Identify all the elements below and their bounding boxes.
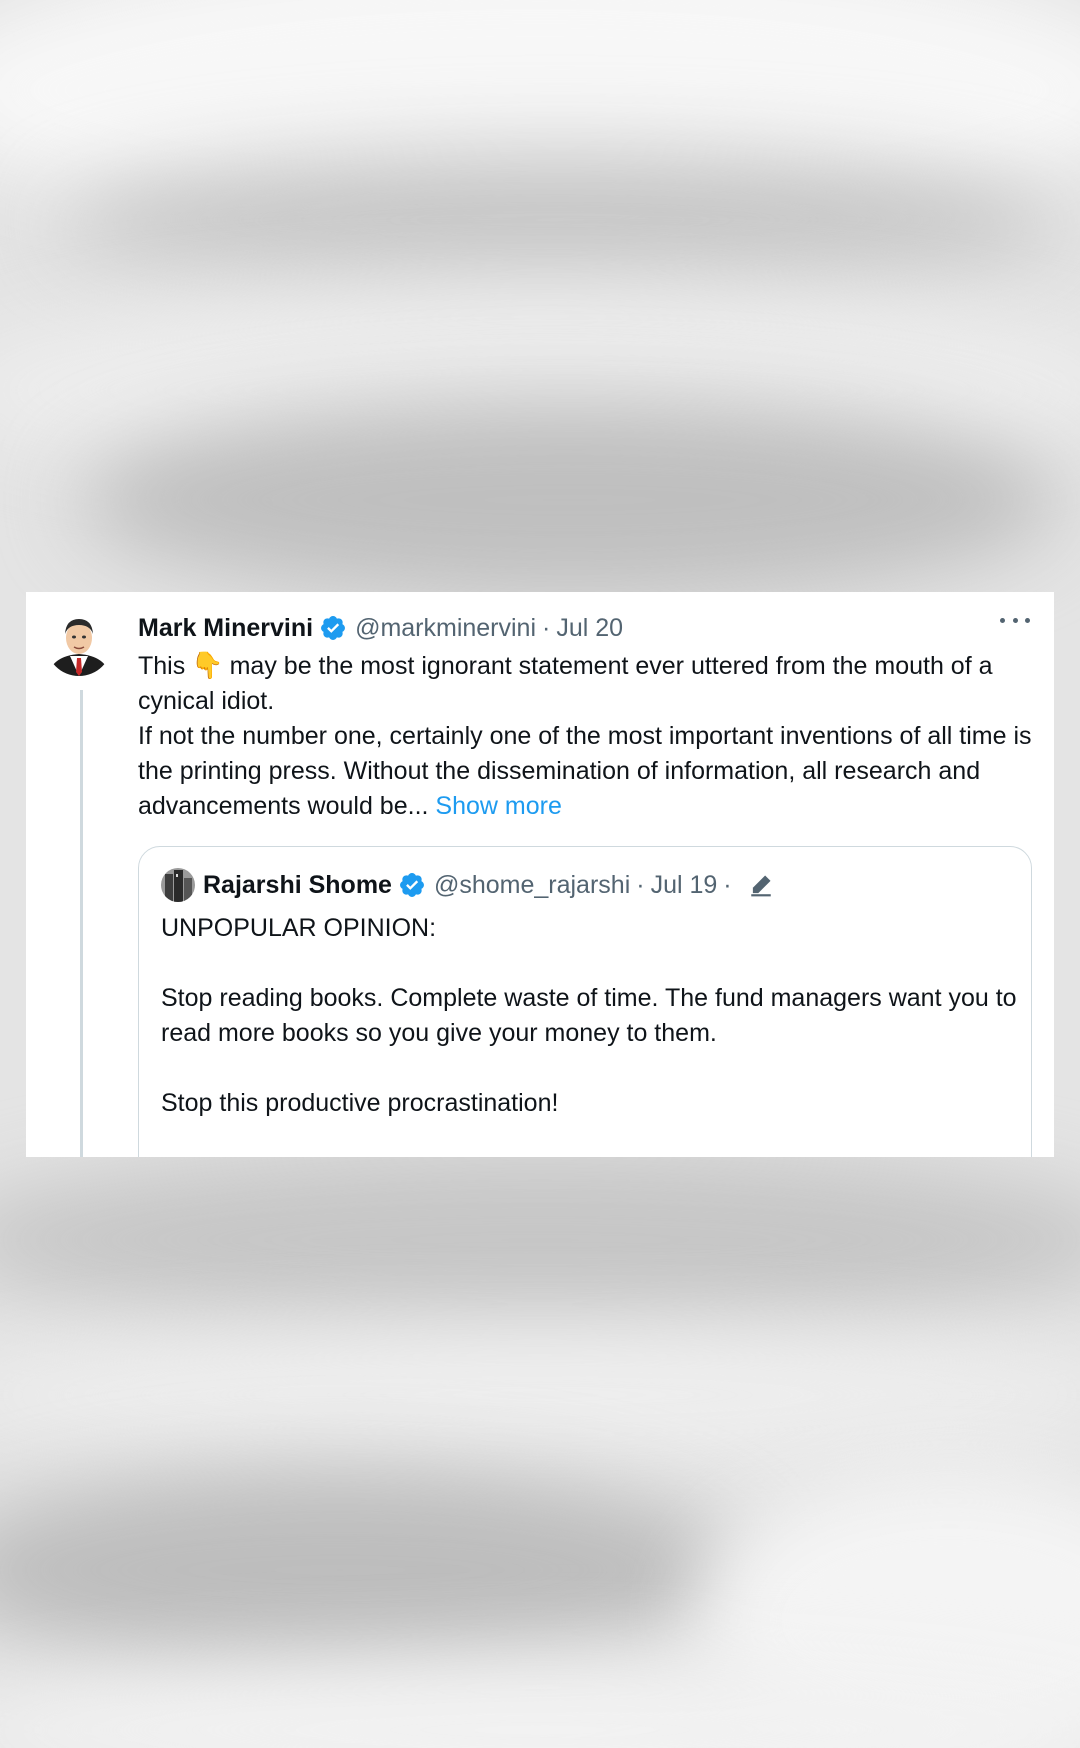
author-handle[interactable]: @markminervini xyxy=(355,614,536,643)
quoted-tweet-text: UNPOPULAR OPINION: Stop reading books. C… xyxy=(161,911,1021,1121)
tweet-paragraph-2: If not the number one, certainly one of … xyxy=(138,722,1032,820)
quoted-tweet[interactable]: Rajarshi Shome @shome_rajarshi · Jul 19 … xyxy=(138,846,1032,1157)
tweet-date[interactable]: Jul 20 xyxy=(556,614,623,643)
edit-pencil-icon xyxy=(750,875,771,897)
quoted-author-handle[interactable]: @shome_rajarshi xyxy=(434,871,630,900)
more-options-icon[interactable] xyxy=(1000,608,1030,632)
separator-dot: · xyxy=(636,870,645,899)
author-name[interactable]: Mark Minervini xyxy=(138,614,313,643)
thread-line xyxy=(80,690,83,1157)
separator-dot: · xyxy=(542,613,551,642)
quoted-avatar[interactable] xyxy=(161,868,195,902)
quoted-line-2: Stop reading books. Complete waste of ti… xyxy=(161,984,1017,1047)
tweet-card[interactable]: Mark Minervini @markminervini · Jul 20 T… xyxy=(26,592,1054,1157)
quoted-author-name[interactable]: Rajarshi Shome xyxy=(203,871,392,900)
tweet-text: This 👇 may be the most ignorant statement … xyxy=(138,648,1053,824)
quoted-line-3: Stop this productive procrastination! xyxy=(161,1089,559,1117)
separator-dot: · xyxy=(723,870,732,899)
avatar[interactable] xyxy=(46,610,112,676)
text-after-emoji: may be the most ignorant statement ever … xyxy=(138,652,993,715)
pointing-down-emoji: 👇 xyxy=(191,650,224,680)
verified-badge-icon xyxy=(321,616,346,640)
show-more-link[interactable]: Show more xyxy=(435,792,561,820)
text-before-emoji: This xyxy=(138,652,186,680)
quoted-line-1: UNPOPULAR OPINION: xyxy=(161,914,437,942)
quoted-tweet-date[interactable]: Jul 19 xyxy=(651,871,718,900)
verified-badge-icon xyxy=(399,873,424,897)
